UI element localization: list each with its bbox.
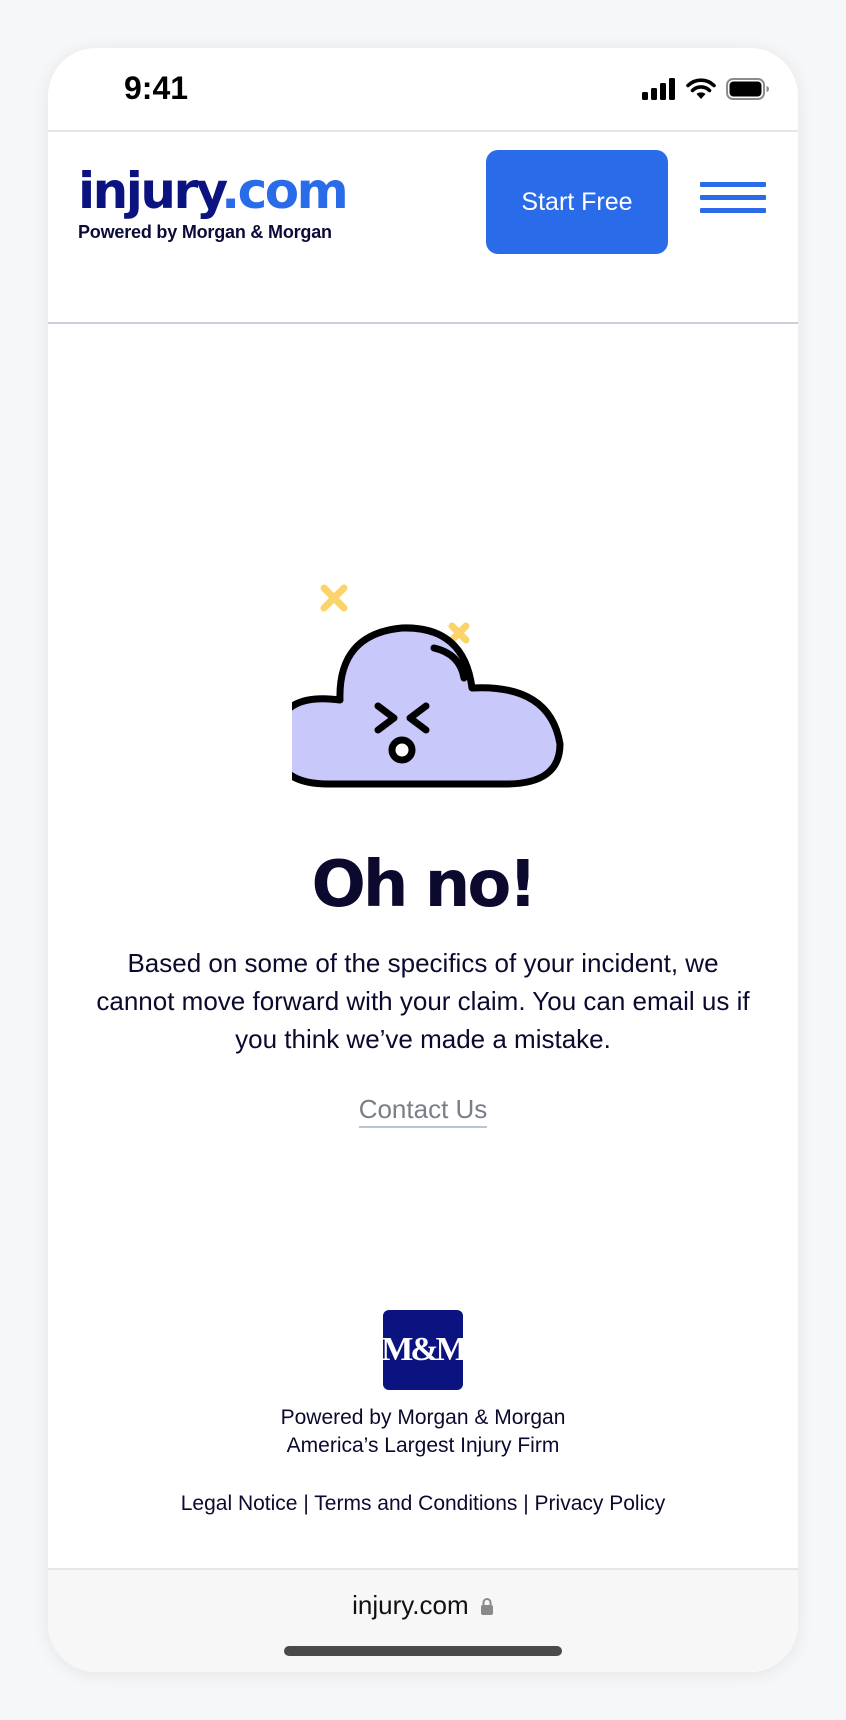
mm-logo-text: M&M	[381, 1331, 467, 1368]
site-header: injury.com Powered by Morgan & Morgan St…	[48, 130, 798, 324]
firm-tagline: America’s Largest Injury Firm	[286, 1434, 560, 1457]
link-separator: |	[523, 1492, 529, 1515]
legal-links: Legal Notice | Terms and Conditions | Pr…	[48, 1492, 798, 1516]
terms-link[interactable]: Terms and Conditions	[314, 1492, 517, 1515]
home-indicator[interactable]	[284, 1646, 562, 1656]
legal-notice-link[interactable]: Legal Notice	[181, 1492, 298, 1515]
contact-us-link[interactable]: Contact Us	[358, 1094, 488, 1128]
error-message: Based on some of the specifics of your i…	[96, 948, 750, 1054]
status-icons	[642, 78, 770, 100]
cellular-signal-icon	[642, 78, 675, 100]
status-bar: 9:41	[48, 48, 798, 132]
sad-cloud-icon	[292, 584, 564, 788]
logo-tagline: Powered by Morgan & Morgan	[78, 222, 332, 242]
status-time: 9:41	[124, 70, 189, 106]
phone-frame: 9:41 injury.com Powered by Morgan & Morg…	[48, 48, 798, 1672]
wifi-icon	[686, 78, 716, 99]
battery-icon	[726, 78, 769, 100]
hamburger-menu-icon[interactable]	[700, 182, 766, 222]
injury-logo[interactable]: injury.com Powered by Morgan & Morgan	[78, 162, 349, 243]
logo-wordmark: injury.com	[78, 162, 349, 220]
link-separator: |	[303, 1492, 309, 1515]
page-title: Oh no!	[311, 848, 538, 922]
powered-by-text: Powered by Morgan & Morgan	[280, 1406, 566, 1429]
lock-icon	[480, 1598, 493, 1615]
contact-us-container: Contact Us	[48, 1094, 798, 1128]
browser-address-bar[interactable]: injury.com	[48, 1568, 798, 1672]
privacy-policy-link[interactable]: Privacy Policy	[535, 1492, 666, 1515]
logo-tld: .com	[221, 162, 349, 220]
morgan-morgan-logo: M&M	[381, 1310, 468, 1390]
logo-main: injury	[78, 162, 224, 220]
start-free-button[interactable]: Start Free	[486, 150, 668, 254]
url-text: injury.com	[352, 1590, 469, 1620]
footer-powered-by: Powered by Morgan & Morgan America’s Lar…	[48, 1404, 798, 1460]
url-display[interactable]: injury.com	[48, 1590, 798, 1621]
